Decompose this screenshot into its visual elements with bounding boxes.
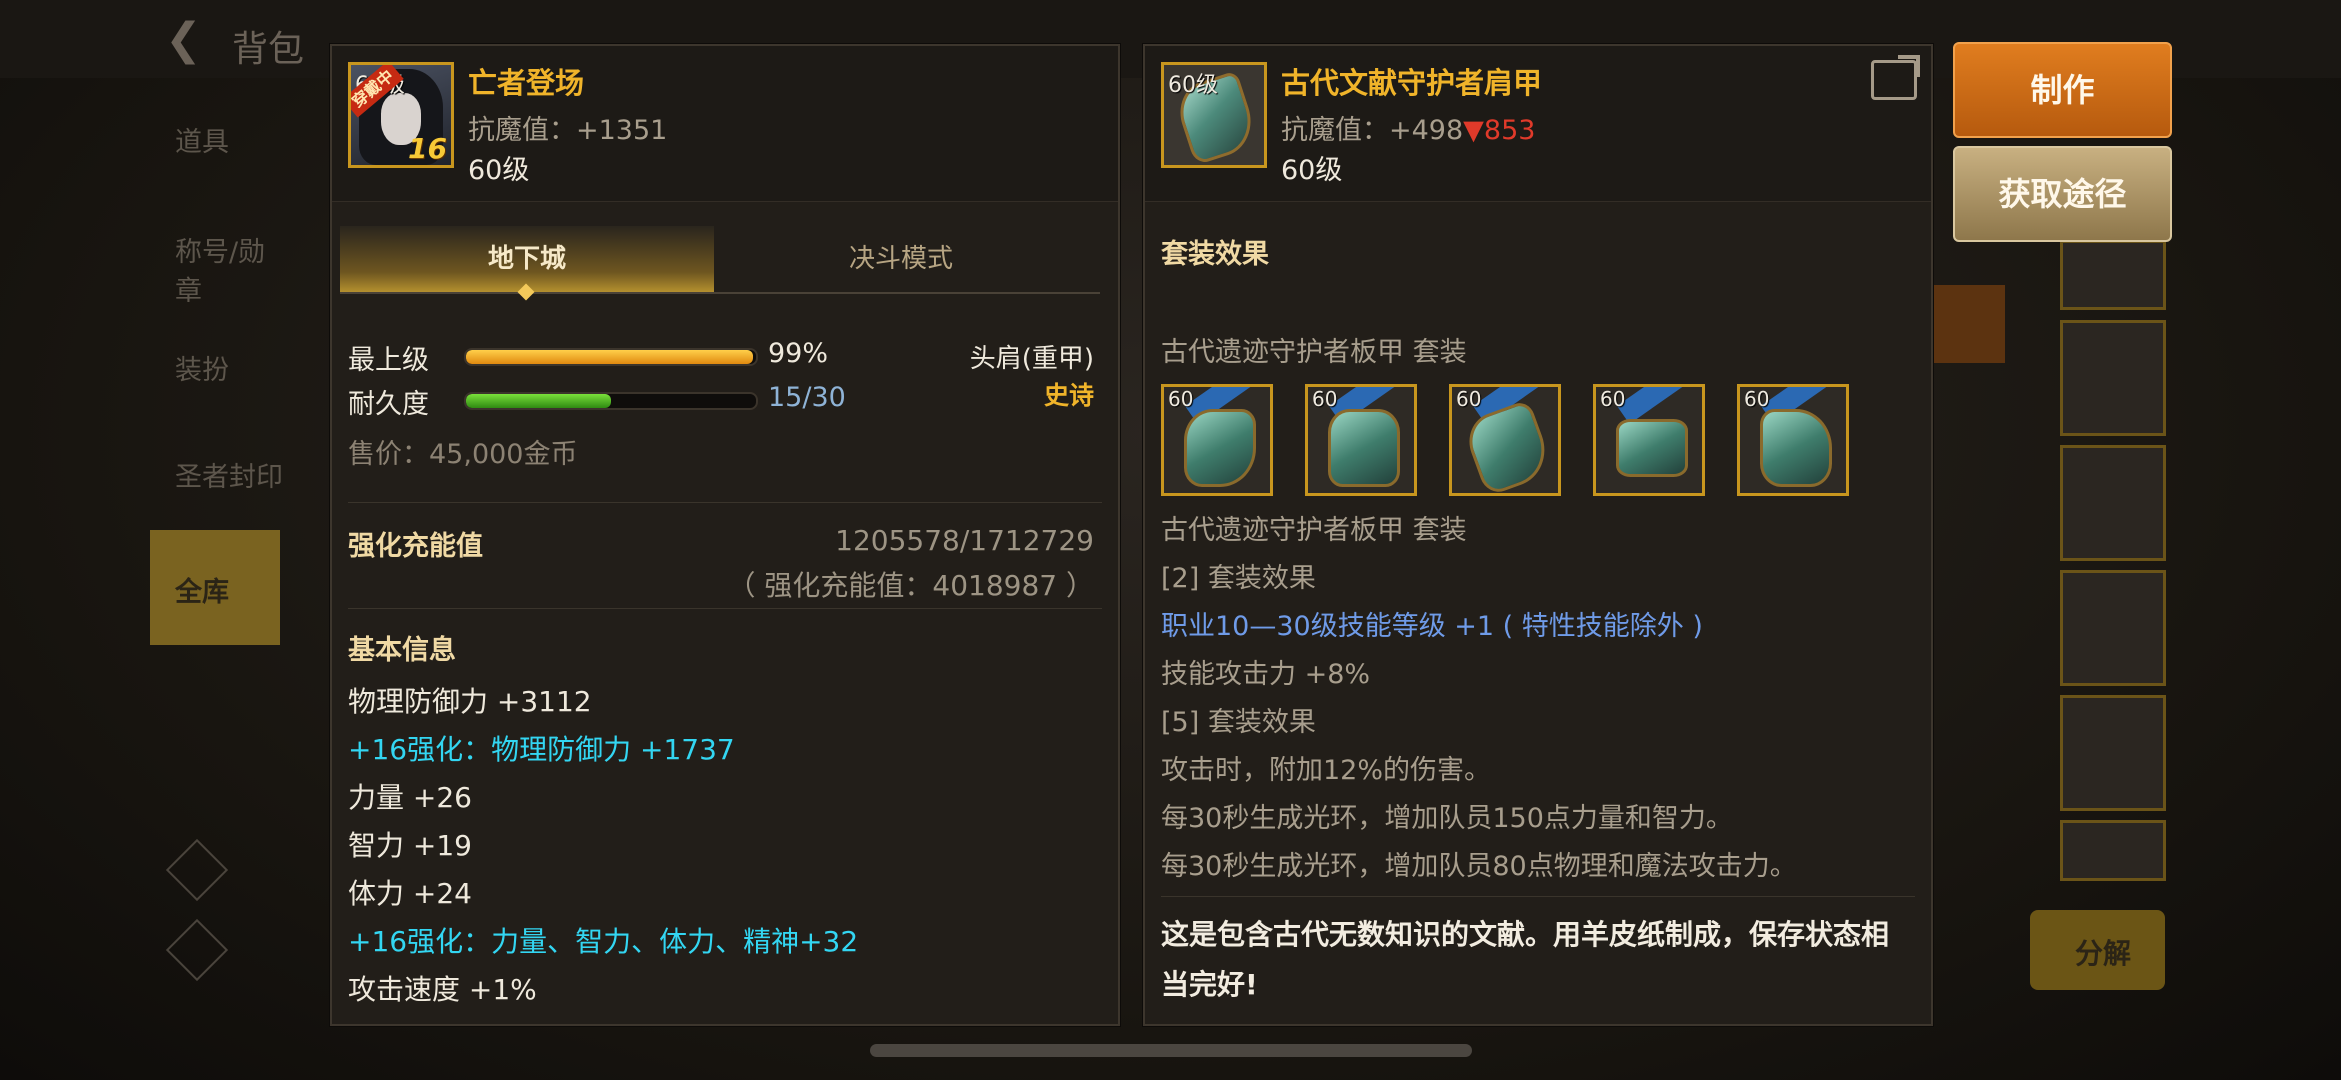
set-piece-icon[interactable]: 60 bbox=[1305, 384, 1417, 496]
split-button[interactable]: 分解 bbox=[2030, 910, 2165, 990]
compared-item-name: 古代文献守护者肩甲 bbox=[1281, 66, 1543, 100]
set-effect-line: [2] 套装效果 bbox=[1161, 563, 1316, 594]
set-pieces: 60 60 60 60 60 bbox=[1161, 384, 1881, 499]
compared-item-panel: 60级 古代文献守护者肩甲 抗魔值：+498▼853 60级 套装效果 古代遗迹… bbox=[1143, 44, 1933, 1026]
home-indicator[interactable] bbox=[870, 1044, 1472, 1057]
compared-item-icon: 60级 bbox=[1161, 62, 1267, 168]
mode-tabs: 地下城 决斗模式 bbox=[340, 226, 1100, 334]
set-piece-icon[interactable]: 60 bbox=[1737, 384, 1849, 496]
set-piece-icon[interactable]: 60 bbox=[1593, 384, 1705, 496]
share-icon[interactable] bbox=[1871, 60, 1917, 100]
durability-label: 耐久度 bbox=[348, 389, 429, 420]
set-effect-line: [5] 套装效果 bbox=[1161, 707, 1316, 738]
durability-value: 15/30 bbox=[768, 382, 846, 413]
compared-item-level: 60级 bbox=[1281, 155, 1343, 186]
set-effect-line: 攻击时，附加12%的伤害。 bbox=[1161, 755, 1492, 786]
set-effect-line: 职业10—30级技能等级 +1 ( 特性技能除外 ) bbox=[1161, 611, 1703, 642]
basic-stat-line: 智力 +19 bbox=[348, 829, 472, 862]
background-thumb bbox=[2060, 240, 2166, 310]
equipped-item-level: 60级 bbox=[468, 155, 530, 186]
background-item-column bbox=[2060, 240, 2166, 881]
max-level-value: 99% bbox=[768, 338, 829, 369]
sidebar-item-avatar[interactable]: 装扮 bbox=[175, 348, 285, 387]
rarity-label: 史诗 bbox=[1043, 381, 1094, 410]
basic-stat-line: +16强化：物理防御力 +1737 bbox=[348, 733, 735, 766]
max-level-label: 最上级 bbox=[348, 345, 429, 376]
basic-stat-line: 攻击速度 +1% bbox=[348, 973, 537, 1006]
background-thumb bbox=[2060, 570, 2166, 686]
sidebar-item-all[interactable]: 全库 bbox=[150, 530, 280, 645]
equipped-item-name: 亡者登场 bbox=[468, 66, 585, 100]
set-name-repeat: 古代遗迹守护者板甲 套装 bbox=[1161, 515, 1467, 546]
set-piece-icon[interactable]: 60 bbox=[1161, 384, 1273, 496]
sidebar-item-items[interactable]: 道具 bbox=[175, 120, 285, 159]
set-effect-title: 套装效果 bbox=[1161, 239, 1269, 270]
sidebar-item-titles[interactable]: 称号/勋章 bbox=[175, 230, 285, 308]
enhance-charge-value: 1205578/1712729 bbox=[835, 524, 1094, 557]
basic-stat-line: 力量 +26 bbox=[348, 781, 472, 814]
compared-item-header: 60级 古代文献守护者肩甲 抗魔值：+498▼853 60级 bbox=[1145, 46, 1931, 202]
item-icon-level: 60级 bbox=[1168, 73, 1218, 98]
craft-button[interactable]: 制作 bbox=[1953, 42, 2172, 138]
background-thumb bbox=[2060, 820, 2166, 881]
basic-info-title: 基本信息 bbox=[348, 635, 456, 666]
equipped-item-icon: 60级 穿戴中 16 bbox=[348, 62, 454, 168]
basic-stat-line: 体力 +24 bbox=[348, 877, 472, 910]
equipped-item-panel: 60级 穿戴中 16 亡者登场 抗魔值：+1351 60级 地下城 决斗模式 最… bbox=[330, 44, 1120, 1026]
tab-duel-mode[interactable]: 决斗模式 bbox=[714, 226, 1088, 292]
durability-bar bbox=[464, 392, 758, 410]
sidebar-item-seal[interactable]: 圣者封印 bbox=[175, 455, 285, 494]
set-effect-line: 技能攻击力 +8% bbox=[1161, 659, 1371, 690]
basic-stat-line: 物理防御力 +3112 bbox=[348, 685, 592, 718]
set-effect-line: 每30秒生成光环，增加队员150点力量和智力。 bbox=[1161, 803, 1733, 834]
item-slot-type: 头肩(重甲) bbox=[969, 344, 1094, 374]
background-title: 背包 bbox=[232, 29, 305, 70]
tab-dungeon[interactable]: 地下城 bbox=[340, 226, 714, 292]
compared-item-stat: 抗魔值：+498▼853 bbox=[1281, 115, 1536, 146]
obtain-source-button[interactable]: 获取途径 bbox=[1953, 146, 2172, 242]
back-arrow-icon[interactable]: ❮ bbox=[165, 14, 202, 65]
background-thumb bbox=[2060, 320, 2166, 436]
sell-price: 售价：45,000金币 bbox=[348, 439, 578, 470]
set-name: 古代遗迹守护者板甲 套装 bbox=[1161, 337, 1467, 368]
enhance-level-badge: 16 bbox=[408, 132, 447, 165]
background-thumb bbox=[2060, 695, 2166, 811]
equipped-item-header: 60级 穿戴中 16 亡者登场 抗魔值：+1351 60级 bbox=[332, 46, 1118, 202]
enhance-charge-label: 强化充能值 bbox=[348, 531, 483, 562]
basic-stat-line: +16强化：力量、智力、体力、精神+32 bbox=[348, 925, 859, 958]
enhance-charge-note: （ 强化充能值：4018987 ） bbox=[727, 569, 1094, 602]
equipped-item-stat: 抗魔值：+1351 bbox=[468, 115, 668, 146]
set-effect-line: 每30秒生成光环，增加队员80点物理和魔法攻击力。 bbox=[1161, 851, 1797, 882]
stat-decrease: ▼853 bbox=[1463, 115, 1536, 146]
background-thumb bbox=[2060, 445, 2166, 561]
max-level-bar bbox=[464, 348, 758, 366]
set-piece-icon[interactable]: 60 bbox=[1449, 384, 1561, 496]
item-description: 这是包含古代无数知识的文献。用羊皮纸制成，保存状态相当完好! bbox=[1161, 918, 1890, 1001]
